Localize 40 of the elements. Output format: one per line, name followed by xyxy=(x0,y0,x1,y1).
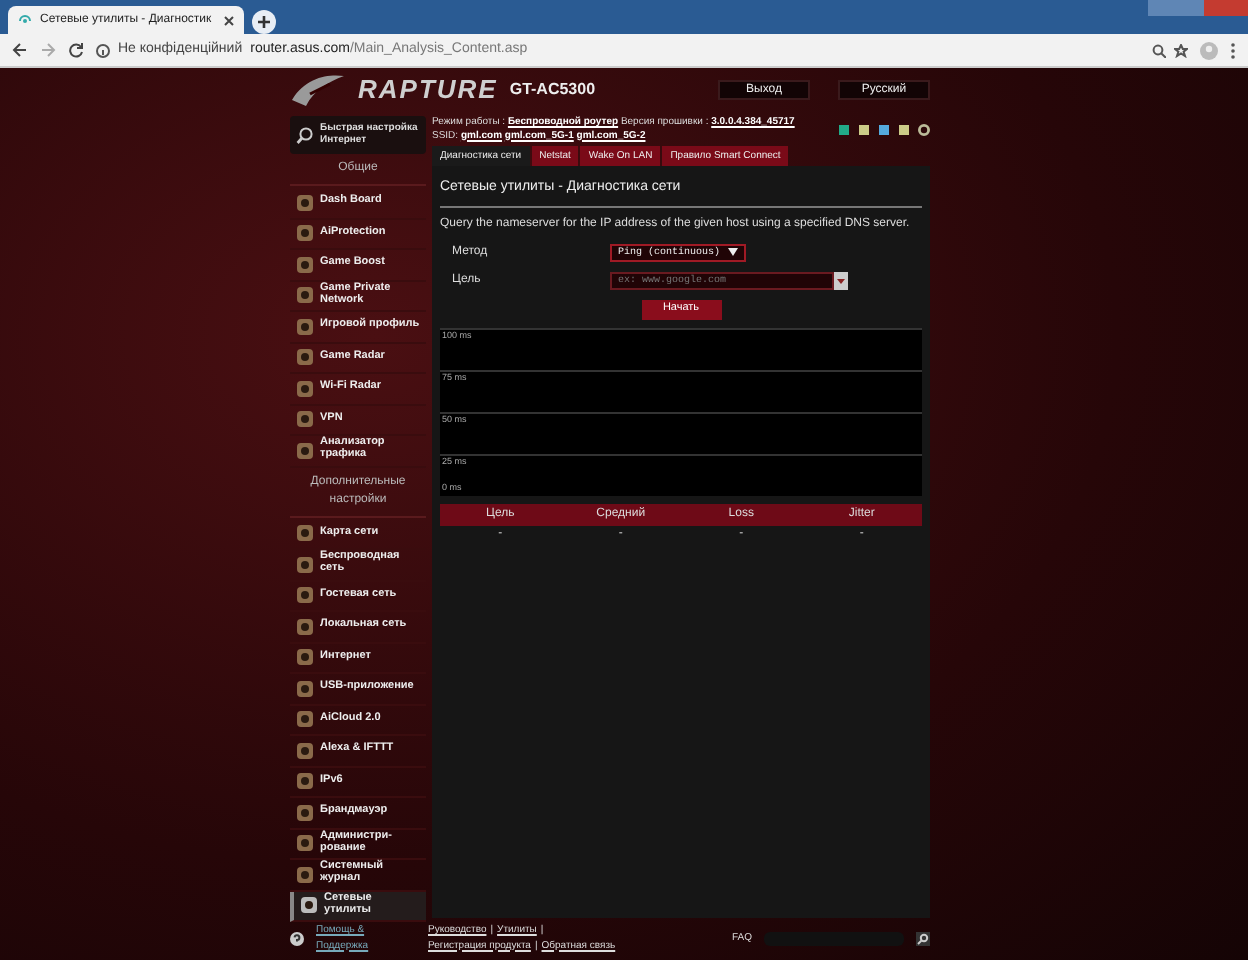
emblem-icon xyxy=(296,834,314,853)
emblem-icon xyxy=(296,617,314,636)
search-icon xyxy=(916,932,930,946)
emblem-icon xyxy=(296,710,314,729)
emblem-icon xyxy=(296,555,314,574)
emblem-icon xyxy=(296,255,314,274)
question-icon xyxy=(290,932,304,946)
reload-icon xyxy=(68,42,84,58)
back-icon xyxy=(12,42,28,58)
emblem-icon xyxy=(296,586,314,605)
wifi-icon xyxy=(18,13,32,27)
dropdown-icon xyxy=(834,271,848,289)
info-icon xyxy=(96,43,110,57)
emblem-icon xyxy=(296,679,314,698)
emblem-icon xyxy=(296,772,314,791)
emblem-icon xyxy=(296,648,314,667)
profile-icon xyxy=(1200,41,1218,59)
emblem-icon xyxy=(296,410,314,429)
magnifier-icon xyxy=(296,126,314,144)
emblem-icon xyxy=(296,317,314,336)
emblem-icon xyxy=(296,379,314,398)
more-icon xyxy=(1230,41,1236,59)
new-tab-icon[interactable] xyxy=(252,10,276,34)
caret-icon xyxy=(728,248,739,256)
star-icon xyxy=(1174,43,1188,57)
zoom-icon xyxy=(1152,43,1166,57)
emblem-icon xyxy=(296,865,314,884)
emblem-icon xyxy=(296,193,314,212)
emblem-icon xyxy=(296,524,314,543)
emblem-icon xyxy=(300,896,318,915)
forward-icon xyxy=(40,42,56,58)
emblem-icon xyxy=(296,441,314,460)
emblem-icon xyxy=(296,741,314,760)
model-name: GT-AC5300 xyxy=(509,78,596,102)
brand-logo: RAPTURE xyxy=(358,72,498,109)
emblem-icon xyxy=(296,348,314,367)
emblem-icon xyxy=(296,286,314,305)
emblem-icon xyxy=(296,224,314,243)
close-icon[interactable] xyxy=(224,15,234,25)
emblem-icon xyxy=(296,803,314,822)
